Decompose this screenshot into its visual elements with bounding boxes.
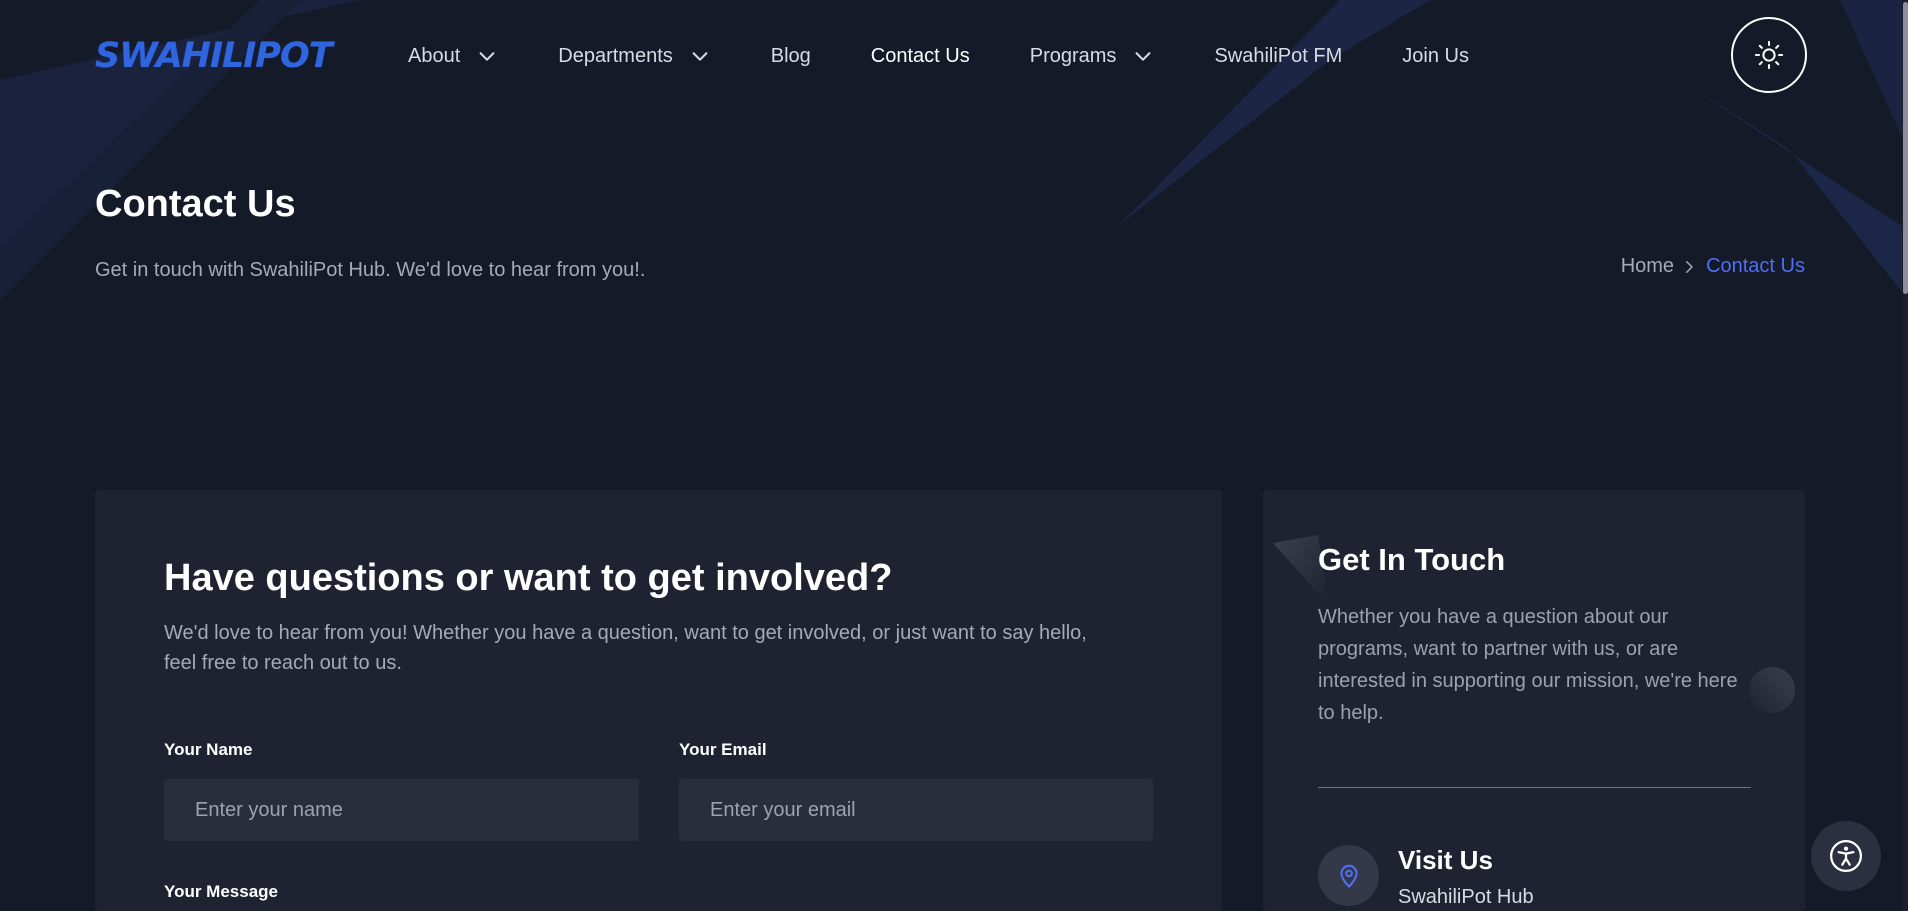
sun-icon bbox=[1754, 40, 1784, 70]
page-title: Contact Us bbox=[95, 183, 296, 225]
form-heading: Have questions or want to get involved? bbox=[164, 557, 893, 599]
breadcrumb-home-link[interactable]: Home bbox=[1621, 255, 1674, 278]
decorative-circle bbox=[1749, 667, 1795, 713]
main-nav: About Departments Blog Contact Us Progra… bbox=[408, 36, 1529, 76]
get-in-touch-card: Get In Touch Whether you have a question… bbox=[1263, 490, 1805, 911]
breadcrumb-current: Contact Us bbox=[1706, 255, 1805, 277]
nav-label: Contact Us bbox=[870, 44, 970, 67]
name-label: Your Name bbox=[164, 740, 253, 759]
location-pin-icon bbox=[1318, 845, 1379, 906]
nav-item-join-us[interactable]: Join Us bbox=[1402, 45, 1469, 68]
nav-label: Programs bbox=[1029, 44, 1117, 67]
visit-us-address: SwahiliPot Hub bbox=[1398, 886, 1534, 908]
theme-toggle-button[interactable] bbox=[1731, 17, 1807, 93]
chevron-down-icon bbox=[479, 52, 495, 61]
accessibility-icon bbox=[1829, 839, 1863, 873]
nav-label: Join Us bbox=[1402, 44, 1469, 67]
visit-us-title: Visit Us bbox=[1398, 845, 1493, 875]
nav-label: Blog bbox=[770, 44, 811, 67]
nav-item-swahilipot-fm[interactable]: SwahiliPot FM bbox=[1214, 45, 1342, 68]
nav-item-programs[interactable]: Programs bbox=[1030, 45, 1155, 68]
logo-wordmark: SWAHILIPOT bbox=[95, 36, 333, 76]
nav-label: About bbox=[408, 44, 461, 67]
name-input[interactable] bbox=[164, 779, 639, 841]
get-in-touch-text: Whether you have a question about our pr… bbox=[1318, 606, 1738, 724]
divider bbox=[1318, 787, 1751, 788]
get-in-touch-heading: Get In Touch bbox=[1318, 542, 1506, 577]
email-input[interactable] bbox=[679, 779, 1153, 841]
message-label: Your Message bbox=[164, 882, 279, 901]
swahilipot-logo[interactable]: SWAHILIPOT bbox=[95, 34, 333, 78]
nav-label: SwahiliPot FM bbox=[1214, 44, 1343, 67]
chevron-right-icon bbox=[1686, 260, 1693, 273]
chevron-down-icon bbox=[1136, 52, 1151, 61]
email-label: Your Email bbox=[679, 740, 767, 759]
nav-item-about[interactable]: About bbox=[408, 45, 498, 68]
breadcrumb: Home Contact Us bbox=[1621, 255, 1805, 278]
scrollbar-thumb[interactable] bbox=[1903, 2, 1908, 294]
site-header: SWAHILIPOT About Departments Blog Contac… bbox=[0, 0, 1908, 115]
nav-label: Departments bbox=[558, 44, 673, 67]
contact-form-card: Have questions or want to get involved? … bbox=[95, 490, 1222, 911]
accessibility-button[interactable] bbox=[1811, 821, 1881, 891]
nav-item-blog[interactable]: Blog bbox=[771, 45, 811, 68]
page-subtitle: Get in touch with SwahiliPot Hub. We'd l… bbox=[95, 259, 646, 281]
nav-item-departments[interactable]: Departments bbox=[558, 45, 711, 68]
form-intro: We'd love to hear from you! Whether you … bbox=[164, 622, 1087, 674]
chevron-down-icon bbox=[692, 52, 708, 61]
nav-item-contact-us[interactable]: Contact Us bbox=[871, 45, 970, 68]
